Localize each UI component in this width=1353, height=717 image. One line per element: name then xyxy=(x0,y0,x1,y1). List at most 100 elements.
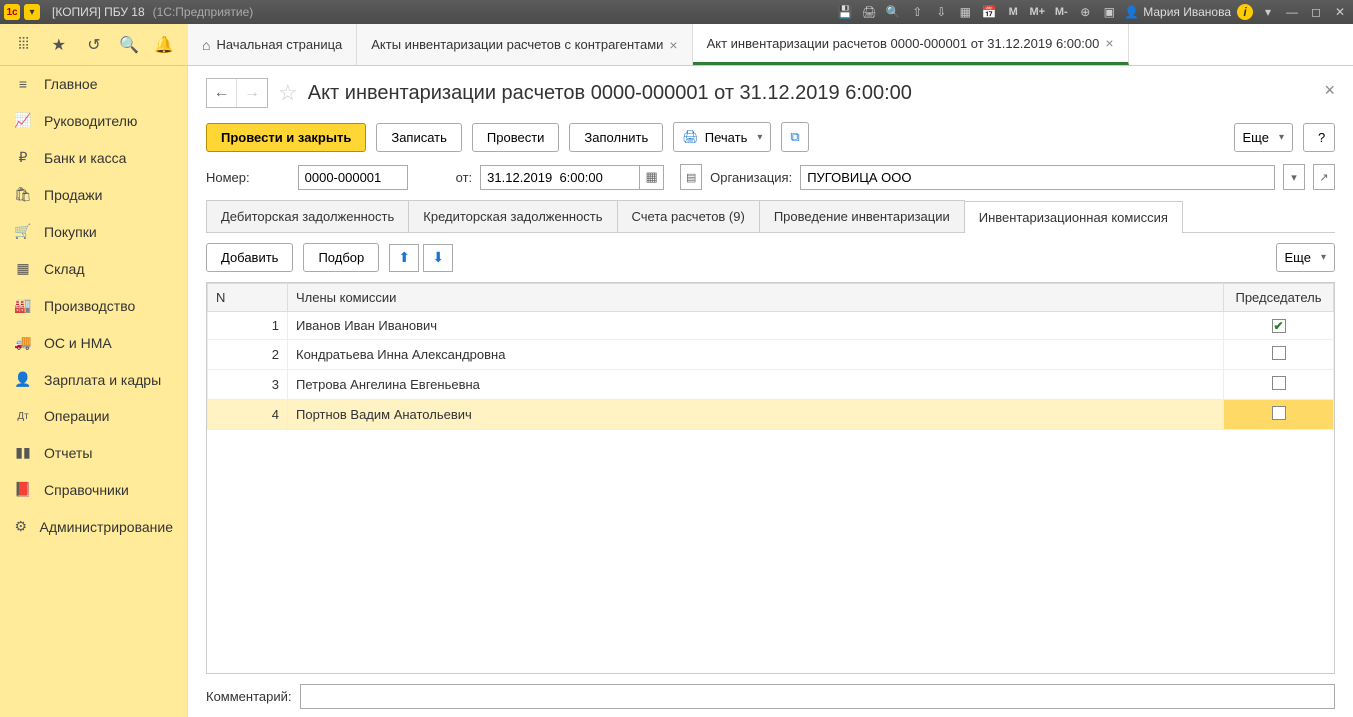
info-icon[interactable]: i xyxy=(1237,4,1253,20)
doc-icon[interactable]: ▤ xyxy=(680,164,702,190)
app-logo-icon: 1c xyxy=(4,4,20,20)
nav-forward-button[interactable]: → xyxy=(237,79,267,107)
post-button[interactable]: Провести xyxy=(472,123,560,152)
chairman-checkbox[interactable]: ✔ xyxy=(1272,319,1286,333)
more-label: Еще xyxy=(1285,250,1311,265)
close-document-icon[interactable]: × xyxy=(1324,80,1335,101)
dropdown-icon[interactable]: ▾ xyxy=(1259,3,1277,21)
subtab-inventory[interactable]: Проведение инвентаризации xyxy=(759,200,965,232)
zoom-icon[interactable]: ⊕ xyxy=(1076,3,1094,21)
number-input[interactable] xyxy=(298,165,408,190)
sidebar-item-hr[interactable]: 👤Зарплата и кадры xyxy=(0,361,187,398)
sidebar-item-sales[interactable]: 🛍Продажи xyxy=(0,176,187,213)
chairman-checkbox[interactable] xyxy=(1272,346,1286,360)
pick-button[interactable]: Подбор xyxy=(303,243,379,272)
structure-button[interactable]: ⧉ xyxy=(781,122,808,152)
save-icon[interactable]: 💾 xyxy=(836,3,854,21)
add-row-button[interactable]: Добавить xyxy=(206,243,293,272)
help-button[interactable]: ? xyxy=(1303,123,1335,152)
cell-member: Кондратьева Инна Александровна xyxy=(288,340,1224,370)
sidebar-item-label: Продажи xyxy=(44,187,102,203)
subtab-commission[interactable]: Инвентаризационная комиссия xyxy=(964,201,1183,233)
calc-icon[interactable]: ▦ xyxy=(956,3,974,21)
favorites-icon[interactable]: ★ xyxy=(48,34,70,56)
print-icon[interactable]: 🖨 xyxy=(860,3,878,21)
sidebar-item-purchases[interactable]: 🛒Покупки xyxy=(0,213,187,250)
col-member[interactable]: Члены комиссии xyxy=(288,284,1224,312)
cell-member: Иванов Иван Иванович xyxy=(288,312,1224,340)
chairman-checkbox[interactable] xyxy=(1272,376,1286,390)
memory-mminus-icon[interactable]: M- xyxy=(1052,3,1070,21)
user-icon: 👤 xyxy=(1124,5,1139,19)
table-row[interactable]: 3 Петрова Ангелина Евгеньевна xyxy=(208,370,1334,400)
nav-back-button[interactable]: ← xyxy=(207,79,237,107)
sidebar-item-reports[interactable]: ▮▮Отчеты xyxy=(0,434,187,471)
favorite-star-icon[interactable]: ☆ xyxy=(278,80,298,106)
search-icon[interactable]: 🔍 xyxy=(118,34,140,56)
factory-icon: 🏭 xyxy=(14,297,32,314)
print-label: Печать xyxy=(705,130,748,145)
col-chairman[interactable]: Председатель xyxy=(1224,284,1334,312)
close-icon[interactable]: × xyxy=(1105,35,1113,51)
sidebar-item-label: ОС и НМА xyxy=(44,335,112,351)
memory-mplus-icon[interactable]: M+ xyxy=(1028,3,1046,21)
sidebar-item-warehouse[interactable]: ▦Склад xyxy=(0,250,187,287)
close-icon[interactable]: × xyxy=(669,37,677,53)
maximize-icon[interactable]: ◻ xyxy=(1307,3,1325,21)
table-row[interactable]: 1 Иванов Иван Иванович ✔ xyxy=(208,312,1334,340)
current-user[interactable]: 👤 Мария Иванова xyxy=(1124,5,1231,19)
comment-input[interactable] xyxy=(300,684,1336,709)
window-titlebar: 1c ▾ [КОПИЯ] ПБУ 18 (1С:Предприятие) 💾 🖨… xyxy=(0,0,1353,24)
sidebar-item-label: Склад xyxy=(44,261,85,277)
save-button[interactable]: Записать xyxy=(376,123,462,152)
sidebar-item-admin[interactable]: ⚙Администрирование xyxy=(0,508,187,545)
move-down-button[interactable]: ⬇ xyxy=(423,244,453,272)
subtab-accounts[interactable]: Счета расчетов (9) xyxy=(617,200,760,232)
sidebar-item-main[interactable]: ≡Главное xyxy=(0,66,187,102)
close-window-icon[interactable]: ✕ xyxy=(1331,3,1349,21)
col-number[interactable]: N xyxy=(208,284,288,312)
table-more-button[interactable]: Еще▾ xyxy=(1276,243,1335,272)
post-and-close-button[interactable]: Провести и закрыть xyxy=(206,123,366,152)
sidebar-item-bank[interactable]: ₽Банк и касса xyxy=(0,139,187,176)
minimize-icon[interactable]: — xyxy=(1283,3,1301,21)
table-row[interactable]: 4 Портнов Вадим Анатольевич xyxy=(208,400,1334,430)
history-icon[interactable]: ↺ xyxy=(83,34,105,56)
chairman-checkbox[interactable] xyxy=(1272,406,1286,420)
tab-act-document[interactable]: Акт инвентаризации расчетов 0000-000001 … xyxy=(693,24,1129,65)
preview-icon[interactable]: 🔍 xyxy=(884,3,902,21)
more-actions-button[interactable]: Еще▾ xyxy=(1234,123,1293,152)
apps-grid-icon[interactable]: ⦙⦙⦙ xyxy=(13,34,35,56)
cell-n: 1 xyxy=(208,312,288,340)
calendar-picker-icon[interactable]: ▦ xyxy=(640,165,664,190)
tab-act-label: Акт инвентаризации расчетов 0000-000001 … xyxy=(707,36,1100,51)
app-menu-dropdown-icon[interactable]: ▾ xyxy=(24,4,40,20)
tab-acts-list[interactable]: Акты инвентаризации расчетов с контраген… xyxy=(357,24,692,65)
navigation-sidebar: ≡Главное 📈Руководителю ₽Банк и касса 🛍Пр… xyxy=(0,66,188,717)
move-up-button[interactable]: ⬆ xyxy=(389,244,419,272)
org-dropdown-icon[interactable]: ▾ xyxy=(1283,164,1305,190)
fill-button[interactable]: Заполнить xyxy=(569,123,663,152)
sidebar-item-catalogs[interactable]: 📕Справочники xyxy=(0,471,187,508)
date-input[interactable] xyxy=(480,165,640,190)
sidebar-item-label: Производство xyxy=(44,298,135,314)
organization-input[interactable] xyxy=(800,165,1275,190)
sidebar-item-manager[interactable]: 📈Руководителю xyxy=(0,102,187,139)
table-row[interactable]: 2 Кондратьева Инна Александровна xyxy=(208,340,1334,370)
memory-m-icon[interactable]: M xyxy=(1004,3,1022,21)
calendar-icon[interactable]: 📅 xyxy=(980,3,998,21)
sidebar-item-operations[interactable]: ДтОперации xyxy=(0,398,187,434)
sidebar-item-production[interactable]: 🏭 Производство xyxy=(0,287,187,324)
notifications-icon[interactable]: 🔔 xyxy=(153,34,175,56)
subtab-creditor[interactable]: Кредиторская задолженность xyxy=(408,200,617,232)
print-button[interactable]: 🖨 Печать ▾ xyxy=(673,122,771,152)
tab-home[interactable]: ⌂ Начальная страница xyxy=(188,24,357,65)
commission-table: N Члены комиссии Председатель 1 Иванов И… xyxy=(206,282,1335,674)
window-subtitle: (1С:Предприятие) xyxy=(153,5,254,19)
org-open-icon[interactable]: ↗ xyxy=(1313,164,1335,190)
doc-down-icon[interactable]: ⇩ xyxy=(932,3,950,21)
windows-icon[interactable]: ▣ xyxy=(1100,3,1118,21)
doc-up-icon[interactable]: ⇧ xyxy=(908,3,926,21)
sidebar-item-assets[interactable]: 🚚ОС и НМА xyxy=(0,324,187,361)
subtab-debtor[interactable]: Дебиторская задолженность xyxy=(206,200,409,232)
